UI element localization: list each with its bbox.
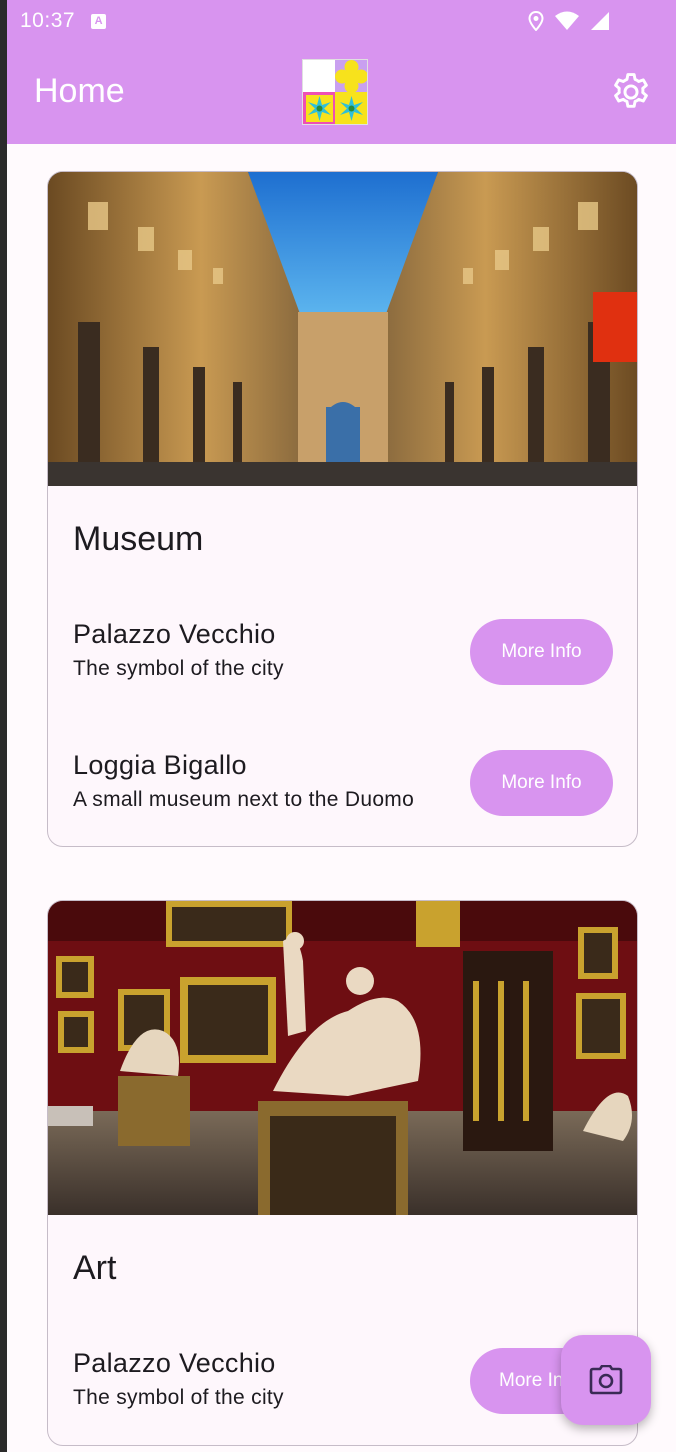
status-bar: 10:37 A [7, 0, 676, 42]
notification-a-icon: A [91, 13, 107, 29]
art-card: Art Palazzo Vecchio The symbol of the ci… [47, 900, 638, 1446]
status-icons [528, 11, 663, 31]
flowers-logo [302, 59, 368, 125]
card-title: Art [73, 1249, 117, 1287]
camera-icon [589, 1365, 623, 1395]
list-item: Palazzo Vecchio The symbol of the city M… [73, 619, 613, 687]
camera-button[interactable] [561, 1335, 651, 1425]
item-name: Palazzo Vecchio [73, 619, 276, 649]
status-time: 10:37 [20, 9, 76, 32]
app-bar: Home [7, 42, 676, 144]
item-name: Loggia Bigallo [73, 750, 247, 780]
list-item: Loggia Bigallo A small museum next to th… [73, 750, 613, 818]
wifi-icon [555, 11, 579, 30]
uffizi-courtyard-photo [48, 172, 637, 486]
signal-icon [591, 12, 609, 30]
list-item: Palazzo Vecchio The symbol of the city M… [73, 1348, 613, 1416]
settings-button[interactable] [607, 68, 655, 116]
item-name: Palazzo Vecchio [73, 1348, 276, 1378]
card-title: Museum [73, 520, 204, 558]
more-info-button[interactable]: More Info [470, 619, 613, 685]
museum-card: Museum Palazzo Vecchio The symbol of the… [47, 171, 638, 847]
gallery-sculptures-photo [48, 901, 637, 1215]
gear-icon [614, 73, 648, 108]
page-title: Home [34, 72, 125, 110]
item-description: A small museum next to the Duomo [73, 788, 415, 811]
more-info-button[interactable]: More Info [470, 750, 613, 816]
item-description: The symbol of the city [73, 1386, 284, 1409]
location-icon [528, 11, 544, 31]
item-description: The symbol of the city [73, 657, 284, 680]
phone-screen: 10:37 A Home Museum Palazzo Vecchio The … [7, 0, 676, 1452]
